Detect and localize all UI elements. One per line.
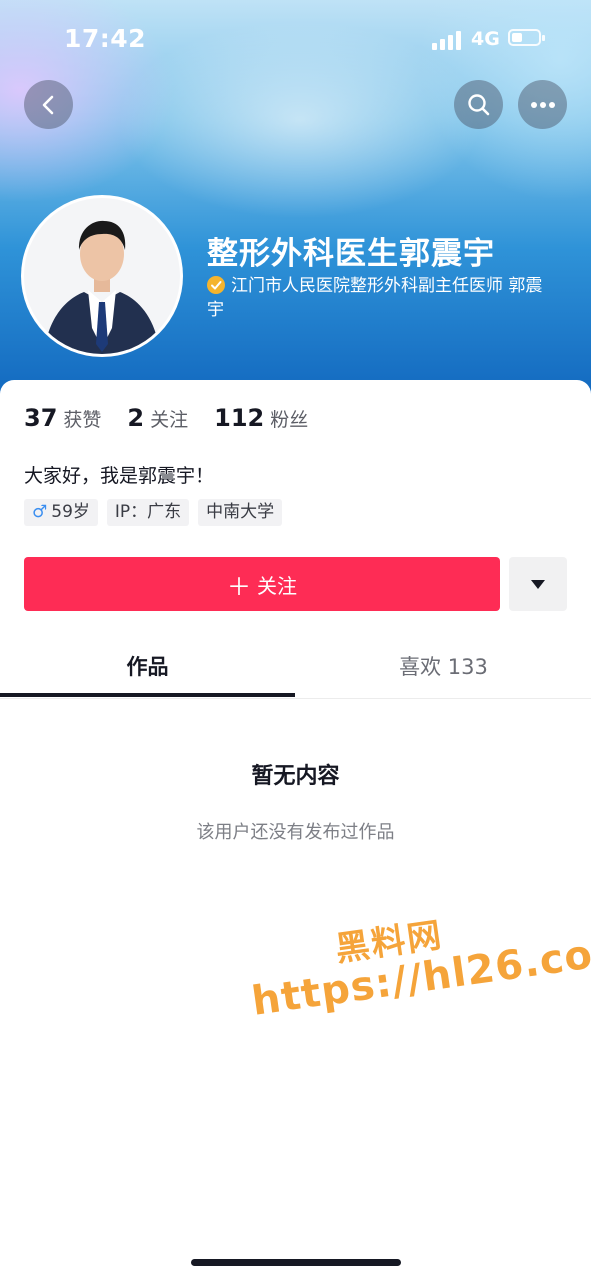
avatar-photo [24, 198, 180, 354]
network-type: 4G [471, 28, 500, 50]
stat-following[interactable]: 2 关注 [127, 404, 188, 432]
search-button[interactable] [454, 80, 503, 129]
empty-state-title: 暂无内容 [251, 764, 340, 789]
tag-gender-age: ♂ 59岁 [24, 499, 98, 526]
search-icon [467, 93, 489, 115]
more-actions-dropdown-button[interactable] [509, 557, 567, 611]
stat-likes[interactable]: 37 获赞 [24, 404, 101, 432]
back-button[interactable] [24, 80, 73, 129]
tag-school[interactable]: 中南大学 [198, 499, 283, 526]
status-time: 17:42 [64, 24, 147, 53]
triangle-down-icon [531, 579, 545, 589]
signal-icon [432, 30, 464, 50]
stat-label: 获赞 [63, 409, 102, 431]
profile-stats: 37 获赞 2 关注 112 粉丝 [24, 404, 334, 432]
more-horizontal-icon [530, 101, 555, 108]
home-indicator[interactable] [191, 1259, 401, 1266]
tag-text: 59岁 [51, 502, 90, 522]
stat-value: 112 [214, 404, 265, 432]
stat-value: 37 [24, 404, 58, 432]
profile-bio: 大家好，我是郭震宇！ [24, 465, 215, 487]
verified-check-icon [207, 276, 225, 294]
tab-likes[interactable]: 喜欢 133 [296, 640, 591, 696]
stat-label: 粉丝 [270, 409, 309, 431]
empty-state-subtitle: 该用户还没有发布过作品 [196, 822, 395, 843]
stat-followers[interactable]: 112 粉丝 [214, 404, 308, 432]
active-tab-indicator [0, 693, 295, 697]
status-bar: 17:42 4G [0, 0, 591, 80]
stat-label: 关注 [150, 409, 189, 431]
avatar[interactable] [24, 198, 180, 354]
profile-nickname: 整形外科医生郭震宇 [207, 236, 495, 272]
chevron-left-icon [42, 95, 53, 114]
plus-icon: ＋ [227, 572, 251, 601]
verification-info: 江门市人民医院整形外科副主任医师 郭震宇 [207, 274, 557, 322]
follow-label: 关注 [257, 573, 297, 598]
verification-text: 江门市人民医院整形外科副主任医师 郭震宇 [207, 276, 543, 320]
stat-value: 2 [127, 404, 145, 432]
profile-tags: ♂ 59岁 IP：广东 中南大学 [24, 499, 291, 526]
content-tabs: 作品 喜欢 133 [0, 640, 591, 699]
battery-icon [508, 29, 545, 46]
follow-button[interactable]: ＋ 关注 [24, 557, 500, 611]
tag-ip-location: IP：广东 [106, 499, 190, 526]
more-button[interactable] [518, 80, 567, 129]
tab-works[interactable]: 作品 [0, 640, 295, 696]
male-icon: ♂ [32, 502, 48, 522]
